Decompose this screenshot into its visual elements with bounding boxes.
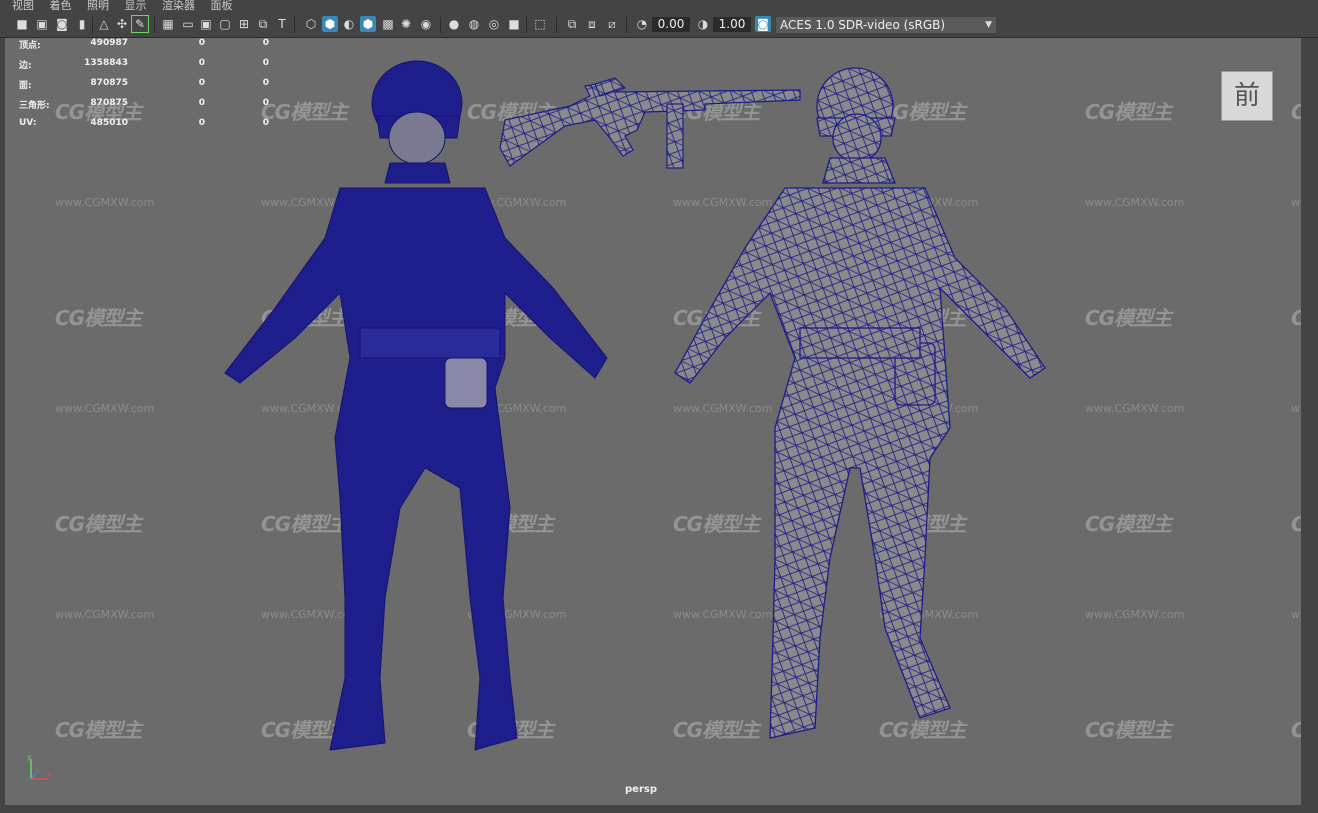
- grid-icon[interactable]: ▦: [160, 16, 176, 32]
- lights-icon[interactable]: ✺: [398, 16, 414, 32]
- safe-action-icon[interactable]: ⧉: [255, 16, 271, 32]
- view-cube[interactable]: 前: [1221, 71, 1273, 121]
- hud-row-uvs: UV: 485010 0 0: [19, 118, 269, 128]
- hud-row-faces: 面: 870875 0 0: [19, 78, 269, 91]
- wireframe-on-shaded-icon[interactable]: ⬢: [360, 16, 376, 32]
- bookmarks-icon[interactable]: ◙: [54, 16, 70, 32]
- ambient-occlusion-icon[interactable]: ●: [446, 16, 462, 32]
- field-chart-icon[interactable]: ⊞: [236, 16, 252, 32]
- axis-z-label: z: [35, 767, 39, 775]
- hud-row-triangles: 三角形: 870875 0 0: [19, 98, 269, 111]
- viewport-3d[interactable]: CG模型主 www.CGMXW.com CG模型主 www.CGMXW.com CG模型…: [5, 38, 1301, 805]
- soldier-wireframe-dense: [224, 60, 608, 751]
- menu-renderer[interactable]: 渲染器: [162, 0, 195, 12]
- menu-shading[interactable]: 着色: [50, 0, 72, 12]
- menu-view[interactable]: 视图: [12, 0, 34, 12]
- right-border: [1303, 38, 1318, 813]
- camera-attributes-icon[interactable]: ▣: [34, 16, 50, 32]
- exposure-icon[interactable]: ◔: [634, 16, 650, 32]
- gate-mask-icon[interactable]: ▢: [217, 16, 233, 32]
- menu-bar: 视图 着色 照明 显示 渲染器 面板: [0, 0, 1318, 12]
- chevron-down-icon[interactable]: ▼: [985, 17, 992, 33]
- menu-panels[interactable]: 面板: [211, 0, 233, 12]
- soldier-wireframe-shaded: [674, 67, 1046, 739]
- view-transform-dropdown[interactable]: ACES 1.0 SDR-video (sRGB) ▼: [776, 17, 996, 33]
- scene-models: [224, 60, 1046, 751]
- thompson-gun-model: [499, 77, 801, 169]
- view-transform-value: ACES 1.0 SDR-video (sRGB): [780, 18, 946, 32]
- smooth-shade-icon[interactable]: ⬢: [322, 16, 338, 32]
- isolate-select-icon[interactable]: ⬚: [532, 16, 548, 32]
- safe-title-icon[interactable]: T: [274, 16, 290, 32]
- wireframe-icon[interactable]: ⬡: [303, 16, 319, 32]
- axis-indicator: y x z: [27, 753, 51, 780]
- exposure-field[interactable]: 0.00: [652, 17, 690, 32]
- menu-lighting[interactable]: 照明: [87, 0, 109, 12]
- xray-components-icon[interactable]: ⧄: [604, 16, 620, 32]
- bookmark-icon[interactable]: ▮: [74, 16, 90, 32]
- textured-icon[interactable]: ▩: [380, 16, 396, 32]
- resolution-gate-icon[interactable]: ▣: [198, 16, 214, 32]
- axis-x-label: x: [47, 771, 51, 779]
- camera-select-icon[interactable]: ■: [14, 16, 30, 32]
- menu-show[interactable]: 显示: [125, 0, 147, 12]
- grease-pencil-icon[interactable]: ✎: [131, 15, 149, 33]
- gamma-field[interactable]: 1.00: [713, 17, 751, 32]
- 2d-pan-zoom-icon[interactable]: ✣: [114, 16, 130, 32]
- anti-aliasing-icon[interactable]: ◎: [486, 16, 502, 32]
- camera-name-label: persp: [625, 784, 657, 795]
- bottom-border: [0, 805, 1318, 813]
- gamma-icon[interactable]: ◑: [695, 16, 711, 32]
- axis-y-label: y: [27, 753, 31, 761]
- xray-icon[interactable]: ⧉: [564, 16, 580, 32]
- depth-of-field-icon[interactable]: ■: [506, 16, 522, 32]
- panel-toolbar: ■ ▣ ◙ ▮ △ ✣ ✎ ▦ ▭ ▣ ▢ ⊞ ⧉ T ⬡ ⬢ ◐ ⬢ ▩ ✺ …: [0, 13, 1318, 38]
- image-plane-icon[interactable]: △: [96, 16, 112, 32]
- hud-row-edges: 边: 1358843 0 0: [19, 58, 269, 71]
- color-management-icon[interactable]: ◙: [755, 16, 771, 32]
- motion-blur-icon[interactable]: ◍: [466, 16, 482, 32]
- xray-joints-icon[interactable]: ⧈: [584, 16, 600, 32]
- default-material-icon[interactable]: ◐: [341, 16, 357, 32]
- film-gate-icon[interactable]: ▭: [180, 16, 196, 32]
- hud-row-vertices: 顶点: 490987 0 0: [19, 38, 269, 51]
- shadows-icon[interactable]: ◉: [418, 16, 434, 32]
